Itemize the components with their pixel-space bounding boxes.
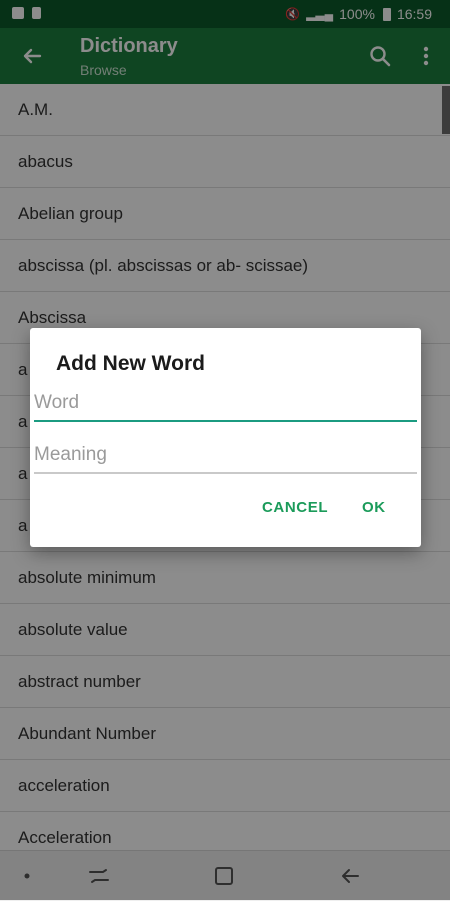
word-input[interactable] — [34, 386, 417, 422]
meaning-input[interactable] — [34, 438, 417, 474]
add-word-dialog: Add New Word CANCEL OK — [30, 328, 421, 547]
ok-button[interactable]: OK — [356, 498, 392, 517]
dialog-title: Add New Word — [56, 352, 205, 375]
cancel-button[interactable]: CANCEL — [256, 498, 334, 517]
